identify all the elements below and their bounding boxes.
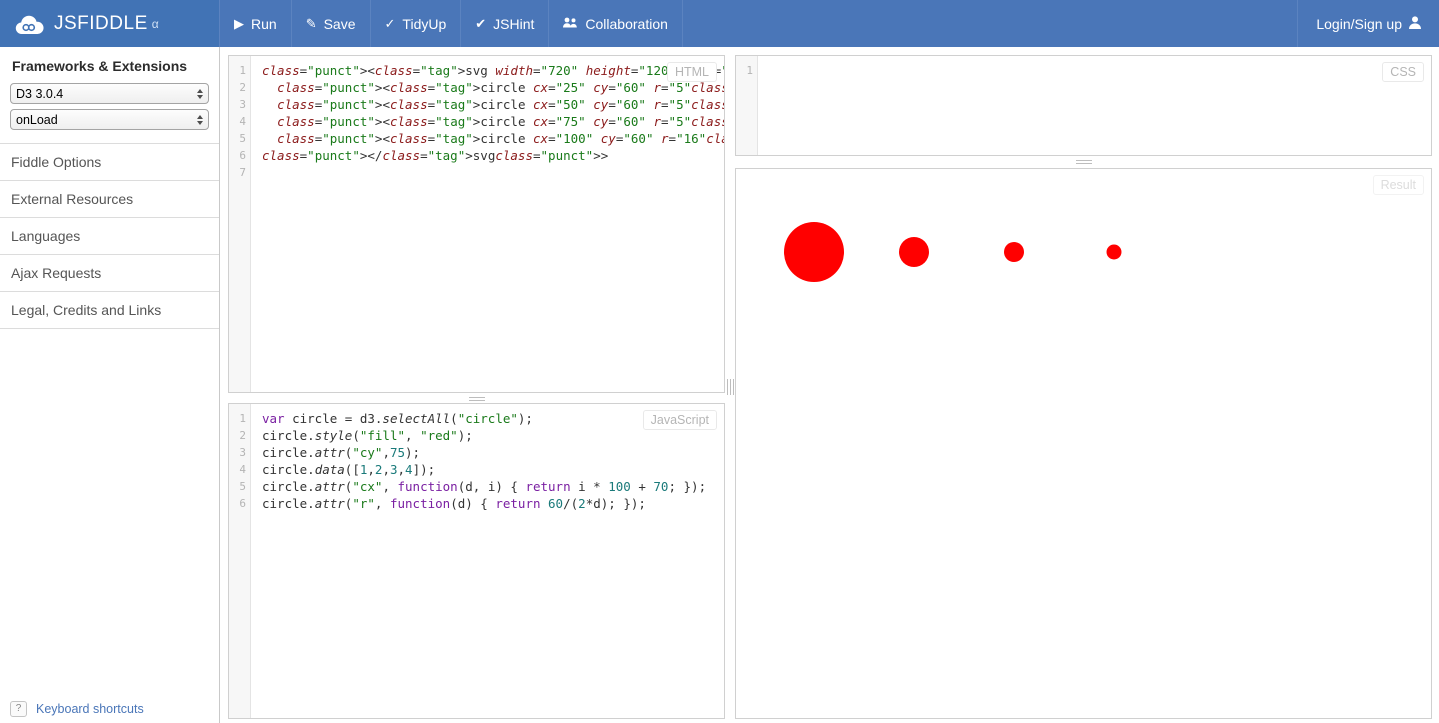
html-editor-panel[interactable]: 1 2 3 4 5 6 7 class="punct"><class="tag"… [228, 55, 725, 393]
broom-icon: ✓ [384, 16, 396, 31]
line-number: 5 [239, 480, 246, 493]
javascript-panel-label: JavaScript [642, 410, 717, 430]
sidebar-item-legal-credits-links[interactable]: Legal, Credits and Links [0, 292, 219, 329]
nav-save-button[interactable]: ✎ Save [292, 0, 371, 47]
keyboard-shortcut-key: ? [10, 701, 27, 717]
code-line: class="punct"><class="tag">circle cx="10… [277, 131, 724, 146]
sidebar-item-languages[interactable]: Languages [0, 218, 219, 255]
result-circle [899, 237, 929, 267]
line-number: 6 [239, 149, 246, 162]
main-nav: ▶ Run ✎ Save ✓ TidyUp ✔ JSHint Collabora… [219, 0, 683, 47]
framework-select[interactable]: D3 3.0.4 [10, 83, 209, 104]
sidebar-list: Fiddle Options External Resources Langua… [0, 143, 219, 329]
javascript-editor-panel[interactable]: 1 2 3 4 5 6 var circle = d3.selectAll("c… [228, 403, 725, 719]
nav-jshint-label: JSHint [493, 15, 535, 32]
result-svg-output [784, 222, 1122, 282]
nav-tidyup-button[interactable]: ✓ TidyUp [371, 0, 462, 47]
nav-collaboration-button[interactable]: Collaboration [549, 0, 683, 47]
html-editor-gutter: 1 2 3 4 5 6 7 [229, 56, 251, 392]
line-number: 2 [239, 429, 246, 442]
resize-grip-icon [727, 379, 734, 395]
sidebar-item-label: Legal, Credits and Links [11, 302, 162, 318]
login-signup-button[interactable]: Login/Sign up [1297, 0, 1439, 47]
login-label: Login/Sign up [1316, 15, 1402, 32]
framework-select-wrap: D3 3.0.4 [0, 83, 219, 109]
brand-suffix: α [151, 16, 159, 31]
result-circle [1106, 244, 1122, 260]
result-panel[interactable]: Result [735, 168, 1432, 719]
sidebar-item-label: Ajax Requests [11, 265, 102, 281]
line-number: 1 [239, 412, 246, 425]
line-number: 5 [239, 132, 246, 145]
code-line: class="punct"><class="tag">circle cx="25… [277, 80, 724, 95]
html-panel-label: HTML [666, 62, 717, 82]
resize-grip-icon [1075, 158, 1092, 166]
line-number: 7 [239, 166, 246, 179]
brand-logo-area[interactable]: JSFIDDLE α [0, 0, 219, 47]
html-editor-code[interactable]: class="punct"><class="tag">svg width="72… [251, 56, 724, 392]
line-number: 3 [239, 98, 246, 111]
play-icon: ▶ [234, 16, 244, 31]
nav-save-label: Save [323, 15, 356, 32]
javascript-editor-code[interactable]: var circle = d3.selectAll("circle"); circ… [251, 404, 724, 718]
line-number: 4 [239, 463, 246, 476]
css-panel-label: CSS [1382, 62, 1424, 82]
sidebar: Frameworks & Extensions D3 3.0.4 onLoad … [0, 47, 220, 723]
line-number: 2 [239, 81, 246, 94]
code-line: class="punct"></class="tag">svgclass="pu… [262, 148, 609, 163]
top-bar: JSFIDDLE α ▶ Run ✎ Save ✓ TidyUp ✔ JSHin… [0, 0, 1439, 47]
line-number: 6 [239, 497, 246, 510]
javascript-editor-gutter: 1 2 3 4 5 6 [229, 404, 251, 718]
people-icon [563, 17, 578, 30]
nav-tidyup-label: TidyUp [402, 15, 447, 32]
sidebar-item-label: Fiddle Options [11, 154, 102, 170]
loadtype-select-wrap: onLoad [0, 109, 219, 135]
brand-title: JSFIDDLE [54, 12, 148, 34]
sidebar-item-external-resources[interactable]: External Resources [0, 181, 219, 218]
check-icon: ✔ [475, 16, 487, 31]
pencil-icon: ✎ [305, 16, 317, 31]
css-result-resize-handle[interactable] [735, 156, 1432, 167]
line-number: 1 [239, 64, 246, 77]
user-icon [1409, 16, 1421, 31]
code-line: circle.data([1,2,3,4]); [262, 462, 436, 477]
line-number: 3 [239, 446, 246, 459]
code-line: circle.attr("cy",75); [262, 445, 421, 460]
loadtype-select[interactable]: onLoad [10, 109, 209, 130]
cloud-infinity-logo-icon [15, 15, 44, 34]
nav-jshint-button[interactable]: ✔ JSHint [461, 0, 550, 47]
nav-collaboration-label: Collaboration [585, 15, 668, 32]
code-line: class="punct"><class="tag">svg width="72… [262, 63, 724, 78]
result-circle [784, 222, 844, 282]
css-editor-gutter: 1 [736, 56, 758, 155]
keyboard-shortcuts-label: Keyboard shortcuts [36, 702, 144, 716]
css-editor-code[interactable] [758, 56, 1431, 155]
result-circle [1004, 242, 1024, 262]
sidebar-title: Frameworks & Extensions [12, 58, 188, 74]
nav-run-button[interactable]: ▶ Run [219, 0, 292, 47]
line-number: 4 [239, 115, 246, 128]
result-panel-label: Result [1372, 175, 1424, 195]
sidebar-item-label: External Resources [11, 191, 134, 207]
code-line: circle.attr("r", function(d) { return 60… [262, 496, 646, 511]
nav-run-label: Run [251, 15, 277, 32]
line-number: 1 [746, 64, 753, 77]
result-iframe[interactable] [736, 169, 1431, 718]
keyboard-shortcuts[interactable]: ? Keyboard shortcuts [10, 701, 144, 717]
code-line: circle.attr("cx", function(d, i) { retur… [262, 479, 707, 494]
resize-grip-icon [468, 395, 485, 403]
code-line: class="punct"><class="tag">circle cx="50… [277, 97, 724, 112]
css-editor-panel[interactable]: 1 CSS [735, 55, 1432, 156]
sidebar-item-label: Languages [11, 228, 81, 244]
sidebar-item-ajax-requests[interactable]: Ajax Requests [0, 255, 219, 292]
code-line: class="punct"><class="tag">circle cx="75… [277, 114, 724, 129]
sidebar-item-fiddle-options[interactable]: Fiddle Options [0, 144, 219, 181]
